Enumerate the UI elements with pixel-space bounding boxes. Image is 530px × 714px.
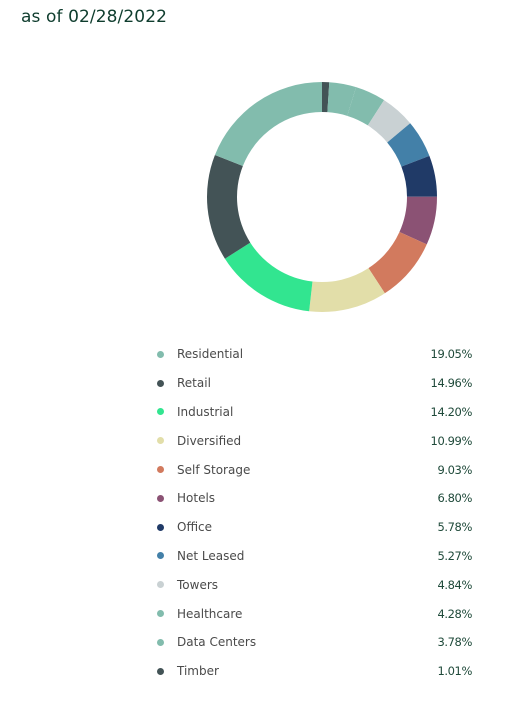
legend-item[interactable]: Office 5.78% — [150, 513, 480, 542]
legend-percent: 14.20% — [430, 404, 473, 419]
legend-item[interactable]: Industrial 14.20% — [150, 398, 480, 427]
legend-label: Data Centers — [177, 635, 257, 650]
legend-dot-icon — [157, 667, 164, 675]
legend-label: Diversified — [177, 433, 242, 448]
legend-percent: 5.78% — [437, 520, 472, 535]
legend-percent: 5.27% — [437, 548, 472, 563]
legend-dot-icon — [157, 552, 164, 560]
legend-percent: 19.05% — [430, 347, 473, 362]
legend-percent: 9.03% — [437, 462, 472, 477]
legend-item[interactable]: Residential 19.05% — [150, 340, 480, 369]
legend-percent: 10.99% — [430, 433, 473, 448]
legend-label: Industrial — [177, 404, 234, 419]
legend-percent: 4.28% — [437, 606, 472, 621]
legend-item[interactable]: Net Leased 5.27% — [150, 542, 480, 571]
legend-percent: 14.96% — [430, 376, 473, 391]
slice-retail[interactable] — [207, 155, 251, 259]
legend-item[interactable]: Towers 4.84% — [150, 570, 480, 599]
legend-label: Office — [177, 520, 213, 535]
donut-chart — [207, 82, 438, 312]
legend-item[interactable]: Healthcare 4.28% — [150, 599, 480, 628]
legend-item[interactable]: Retail 14.96% — [150, 369, 480, 398]
legend-percent: 1.01% — [437, 664, 472, 679]
legend-label: Self Storage — [177, 462, 251, 477]
legend-item[interactable]: Self Storage 9.03% — [150, 455, 480, 484]
legend-item[interactable]: Hotels 6.80% — [150, 484, 480, 513]
legend-label: Timber — [177, 664, 219, 679]
legend-dot-icon — [157, 494, 164, 502]
legend-percent: 4.84% — [437, 577, 472, 592]
legend-label: Towers — [177, 577, 219, 592]
legend-dot-icon — [157, 379, 164, 387]
legend: Residential 19.05% Retail 14.96% Industrial 1… — [150, 340, 480, 686]
legend-item[interactable]: Timber 1.01% — [150, 657, 480, 686]
legend-percent: 3.78% — [437, 635, 472, 650]
legend-dot-icon — [157, 581, 164, 589]
legend-item[interactable]: Diversified 10.99% — [150, 426, 480, 455]
slice-industrial[interactable] — [224, 242, 313, 312]
legend-label: Net Leased — [177, 548, 245, 563]
slice-residential[interactable] — [214, 82, 322, 166]
legend-dot-icon — [157, 638, 164, 646]
legend-dot-icon — [157, 466, 164, 474]
legend-label: Retail — [177, 376, 211, 391]
legend-dot-icon — [157, 408, 164, 416]
legend-dot-icon — [157, 523, 164, 531]
legend-dot-icon — [157, 350, 164, 358]
legend-percent: 6.80% — [437, 491, 472, 506]
legend-dot-icon — [157, 437, 164, 445]
legend-label: Hotels — [177, 491, 216, 506]
legend-dot-icon — [157, 610, 164, 618]
legend-item[interactable]: Data Centers 3.78% — [150, 628, 480, 657]
legend-label: Residential — [177, 347, 244, 362]
legend-label: Healthcare — [177, 606, 243, 621]
